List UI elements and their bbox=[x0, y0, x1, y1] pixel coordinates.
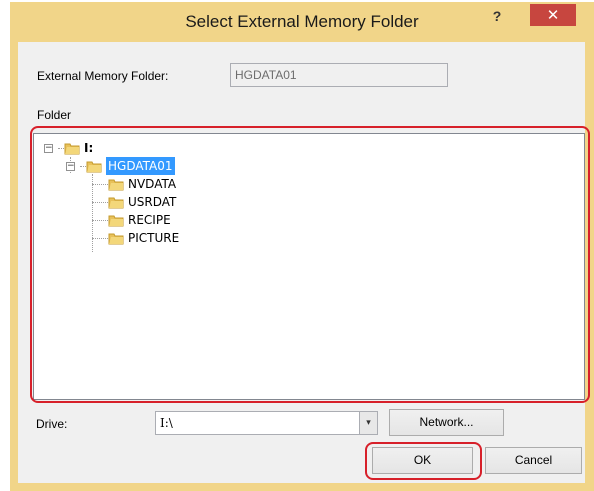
network-button[interactable]: Network... bbox=[389, 409, 504, 436]
select-external-memory-folder-dialog: Select External Memory Folder ? ✕ Extern… bbox=[10, 2, 594, 491]
external-memory-folder-label: External Memory Folder: bbox=[37, 69, 169, 83]
ok-button-highlight bbox=[365, 442, 482, 480]
folder-label: Folder bbox=[37, 108, 72, 122]
drive-select-value: I:\ bbox=[160, 416, 173, 430]
title-bar: Select External Memory Folder ? ✕ bbox=[10, 2, 594, 42]
drive-label: Drive: bbox=[36, 417, 68, 431]
external-memory-folder-field: HGDATA01 bbox=[230, 63, 448, 87]
drive-select[interactable]: I:\ ▾ bbox=[155, 411, 378, 435]
close-icon: ✕ bbox=[546, 6, 560, 24]
help-button[interactable]: ? bbox=[485, 6, 509, 26]
close-button[interactable]: ✕ bbox=[530, 4, 576, 26]
folder-tree-highlight bbox=[30, 126, 590, 403]
dialog-body: External Memory Folder: HGDATA01 Folder … bbox=[18, 42, 590, 483]
chevron-down-icon[interactable]: ▾ bbox=[359, 412, 377, 434]
cancel-button[interactable]: Cancel bbox=[485, 447, 582, 474]
